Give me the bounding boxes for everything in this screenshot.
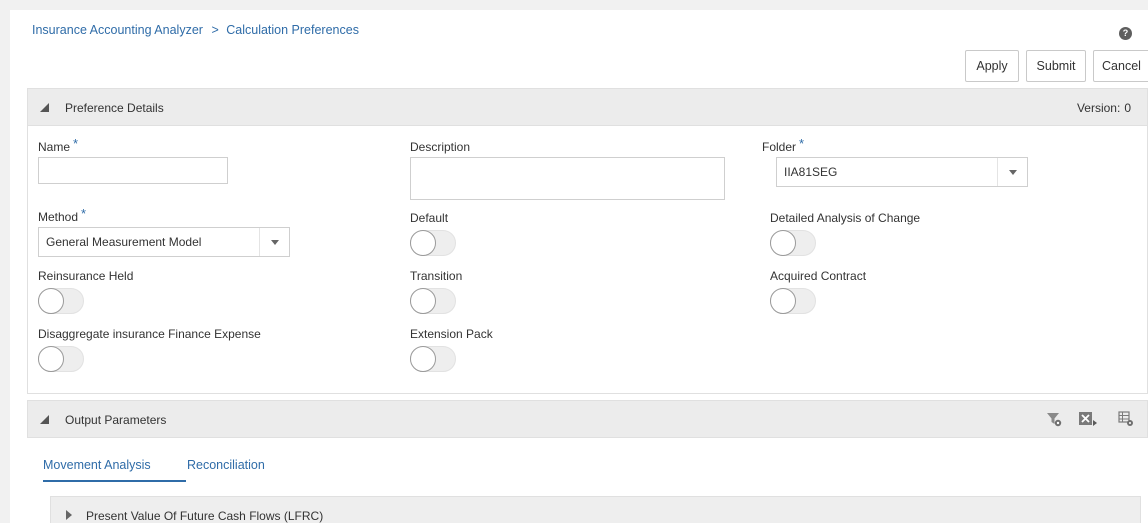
chevron-down-icon[interactable] bbox=[259, 228, 289, 256]
method-select[interactable]: General Measurement Model bbox=[38, 227, 290, 257]
pv-future-cash-flows-section[interactable]: Present Value Of Future Cash Flows (LFRC… bbox=[50, 496, 1141, 523]
description-field[interactable] bbox=[410, 157, 725, 200]
breadcrumb-current: Calculation Preferences bbox=[226, 23, 359, 37]
filter-icon[interactable] bbox=[1046, 411, 1062, 427]
table-settings-icon[interactable] bbox=[1118, 411, 1134, 427]
cancel-button[interactable]: Cancel bbox=[1093, 50, 1148, 82]
version-indicator: Version: 0 bbox=[1077, 101, 1131, 115]
toggle-knob bbox=[410, 230, 436, 256]
method-selected-value: General Measurement Model bbox=[46, 235, 202, 249]
collapse-triangle-icon[interactable] bbox=[40, 103, 49, 112]
active-tab-indicator bbox=[43, 480, 186, 482]
folder-label-text: Folder bbox=[762, 140, 797, 154]
required-marker: * bbox=[73, 136, 79, 151]
tab-movement-analysis[interactable]: Movement Analysis bbox=[43, 458, 151, 472]
folder-select[interactable]: IIA81SEG bbox=[776, 157, 1028, 187]
help-icon[interactable]: ? bbox=[1119, 27, 1132, 40]
toggle-knob bbox=[770, 230, 796, 256]
required-marker: * bbox=[799, 136, 805, 151]
chevron-down-icon[interactable] bbox=[997, 158, 1027, 186]
preference-details-header[interactable]: Preference Details Version: 0 bbox=[27, 88, 1148, 126]
name-field[interactable] bbox=[38, 157, 228, 184]
default-label: Default bbox=[410, 211, 449, 225]
disaggregate-label: Disaggregate insurance Finance Expense bbox=[38, 327, 261, 341]
disaggregate-toggle[interactable] bbox=[38, 346, 84, 372]
toggle-knob bbox=[38, 346, 64, 372]
name-label-text: Name bbox=[38, 140, 71, 154]
version-value: 0 bbox=[1124, 101, 1131, 115]
export-excel-icon[interactable] bbox=[1078, 411, 1098, 427]
required-marker: * bbox=[81, 206, 87, 221]
folder-selected-value: IIA81SEG bbox=[784, 165, 838, 179]
toggle-knob bbox=[770, 288, 796, 314]
method-label: Method * bbox=[38, 206, 87, 224]
toggle-knob bbox=[410, 288, 436, 314]
reinsurance-held-label: Reinsurance Held bbox=[38, 269, 134, 283]
collapse-triangle-icon[interactable] bbox=[40, 415, 49, 424]
extension-pack-toggle[interactable] bbox=[410, 346, 456, 372]
calculation-preferences-page: Insurance Accounting Analyzer > Calculat… bbox=[10, 10, 1148, 523]
toggle-knob bbox=[410, 346, 436, 372]
reinsurance-held-toggle[interactable] bbox=[38, 288, 84, 314]
submit-button[interactable]: Submit bbox=[1026, 50, 1086, 82]
tab-reconciliation[interactable]: Reconciliation bbox=[187, 458, 265, 472]
name-label: Name * bbox=[38, 136, 79, 154]
default-toggle[interactable] bbox=[410, 230, 456, 256]
description-label: Description bbox=[410, 140, 471, 154]
method-label-text: Method bbox=[38, 210, 79, 224]
acquired-contract-label: Acquired Contract bbox=[770, 269, 867, 283]
folder-label: Folder * bbox=[762, 136, 805, 154]
detailed-analysis-toggle[interactable] bbox=[770, 230, 816, 256]
extension-pack-label: Extension Pack bbox=[410, 327, 493, 341]
acquired-contract-toggle[interactable] bbox=[770, 288, 816, 314]
expand-triangle-icon[interactable] bbox=[66, 510, 72, 520]
version-label: Version: bbox=[1076, 101, 1121, 115]
preference-details-title: Preference Details bbox=[65, 101, 164, 115]
output-parameters-header[interactable]: Output Parameters bbox=[27, 400, 1148, 438]
breadcrumb-separator: > bbox=[211, 23, 219, 37]
toggle-knob bbox=[38, 288, 64, 314]
pv-future-cash-flows-title: Present Value Of Future Cash Flows (LFRC… bbox=[86, 509, 324, 523]
breadcrumb: Insurance Accounting Analyzer > Calculat… bbox=[32, 23, 359, 37]
output-parameters-title: Output Parameters bbox=[65, 413, 167, 427]
detailed-analysis-label: Detailed Analysis of Change bbox=[770, 211, 921, 225]
breadcrumb-root-link[interactable]: Insurance Accounting Analyzer bbox=[32, 23, 203, 37]
apply-button[interactable]: Apply bbox=[965, 50, 1019, 82]
transition-toggle[interactable] bbox=[410, 288, 456, 314]
transition-label: Transition bbox=[410, 269, 463, 283]
